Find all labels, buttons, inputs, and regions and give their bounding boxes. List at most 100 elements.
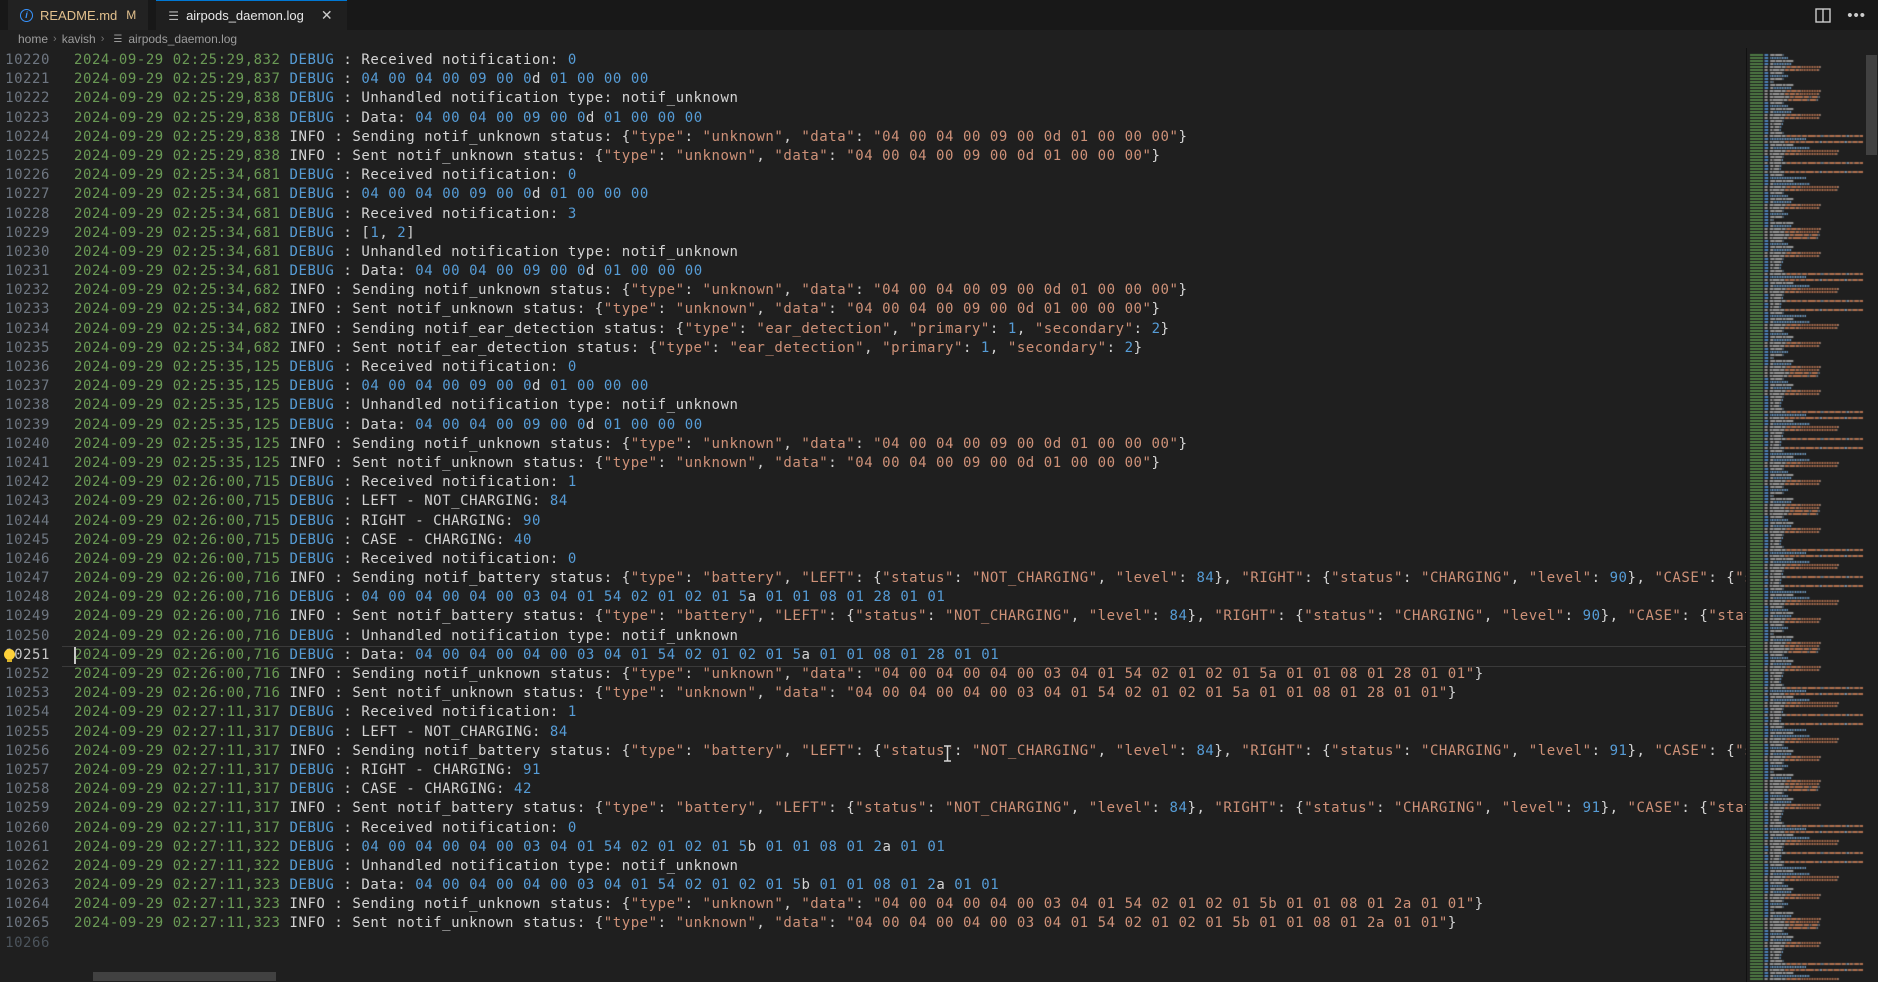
editor-pane[interactable]: 102202024-09-29 02:25:29,832 DEBUG : Rec…: [0, 48, 1746, 982]
log-line[interactable]: 102282024-09-29 02:25:34,681 DEBUG : Rec…: [0, 205, 1746, 224]
log-line[interactable]: 10264 2024-09-29 02:27:11,323 INFO : Send…: [0, 895, 1746, 914]
log-line[interactable]: 102322024-09-29 02:25:34,682 INFO : Send…: [0, 281, 1746, 300]
log-line[interactable]: 102272024-09-29 02:25:34,681 DEBUG : 04 …: [0, 185, 1746, 204]
log-line[interactable]: 102252024-09-29 02:25:29,838 INFO : Sent…: [0, 147, 1746, 166]
vertical-scrollbar[interactable]: [1865, 30, 1878, 982]
tab-airpods-daemon-log[interactable]: ☰ airpods_daemon.log ✕: [156, 0, 346, 30]
log-line[interactable]: 102492024-09-29 02:26:00,716 INFO : Sent…: [0, 607, 1746, 626]
log-file-icon: ☰: [113, 34, 122, 45]
log-line-text: 2024-09-29 02:25:35,125 DEBUG : Unhandle…: [74, 397, 738, 413]
log-line[interactable]: 102582024-09-29 02:27:11,317 DEBUG : CAS…: [0, 780, 1746, 799]
log-line-text: 2024-09-29 02:26:00,716 DEBUG : Unhandle…: [74, 628, 738, 644]
line-number: 10252: [0, 665, 50, 684]
line-number: 10227: [0, 185, 50, 204]
log-line[interactable]: 10236 2024-09-29 02:25:35,125 DEBUG : Rec…: [0, 358, 1746, 377]
line-number: 10236: [0, 358, 50, 377]
log-line[interactable]: 102342024-09-29 02:25:34,682 INFO : Send…: [0, 320, 1746, 339]
log-line[interactable]: 102262024-09-29 02:25:34,681 DEBUG : Rec…: [0, 166, 1746, 185]
log-line-text: 2024-09-29 02:25:34,682 INFO : Sent noti…: [74, 301, 1161, 317]
line-number: 10253: [0, 684, 50, 703]
vertical-scrollbar-thumb[interactable]: [1866, 55, 1877, 155]
log-line[interactable]: 102562024-09-29 02:27:11,317 INFO : Send…: [0, 742, 1746, 761]
log-line[interactable]: 102312024-09-29 02:25:34,681 DEBUG : Dat…: [0, 262, 1746, 281]
log-line[interactable]: 102572024-09-29 02:27:11,317 DEBUG : RIG…: [0, 761, 1746, 780]
log-line[interactable]: 102392024-09-29 02:25:35,125 DEBUG : Dat…: [0, 416, 1746, 435]
line-number: 10257: [0, 761, 50, 780]
log-line[interactable]: 102592024-09-29 02:27:11,317 INFO : Sent…: [0, 799, 1746, 818]
log-line[interactable]: 102442024-09-29 02:26:00,715 DEBUG : RIG…: [0, 512, 1746, 531]
log-line-text: 2024-09-29 02:25:29,837 DEBUG : 04 00 04…: [74, 71, 649, 87]
line-number: 10265: [0, 914, 50, 933]
log-line[interactable]: 102462024-09-29 02:26:00,715 DEBUG : Rec…: [0, 550, 1746, 569]
log-line[interactable]: 102242024-09-29 02:25:29,838 INFO : Send…: [0, 128, 1746, 147]
log-line-text: 2024-09-29 02:25:29,838 DEBUG : Unhandle…: [74, 90, 738, 106]
split-editor-icon[interactable]: [1815, 8, 1831, 23]
breadcrumb-item-file[interactable]: airpods_daemon.log: [128, 32, 237, 46]
horizontal-scrollbar[interactable]: [93, 972, 276, 981]
log-line-text: 2024-09-29 02:26:00,716 INFO : Sending n…: [74, 570, 1746, 586]
log-line[interactable]: 102292024-09-29 02:25:34,681 DEBUG : [1,…: [0, 224, 1746, 243]
breadcrumb-item-kavish[interactable]: kavish: [62, 32, 96, 46]
log-line-text: 2024-09-29 02:25:34,682 INFO : Sending n…: [74, 321, 1170, 337]
log-line[interactable]: 102482024-09-29 02:26:00,716 DEBUG : 04 …: [0, 588, 1746, 607]
log-line-text: 2024-09-29 02:25:34,681 DEBUG : [1, 2]: [74, 225, 415, 241]
log-line[interactable]: 102372024-09-29 02:25:35,125 DEBUG : 04 …: [0, 377, 1746, 396]
log-line-text: 2024-09-29 02:27:11,317 DEBUG : CASE - C…: [74, 781, 532, 797]
line-number: 10240: [0, 435, 50, 454]
log-line[interactable]: 102472024-09-29 02:26:00,716 INFO : Send…: [0, 569, 1746, 588]
editor-actions: •••: [1815, 0, 1866, 30]
log-line-text: 2024-09-29 02:27:11,317 DEBUG : LEFT - N…: [74, 724, 568, 740]
log-line[interactable]: 102602024-09-29 02:27:11,317 DEBUG : Rec…: [0, 819, 1746, 838]
log-line[interactable]: 102212024-09-29 02:25:29,837 DEBUG : 04 …: [0, 70, 1746, 89]
lightbulb-icon[interactable]: [4, 649, 15, 660]
log-line[interactable]: 102622024-09-29 02:27:11,322 DEBUG : Unh…: [0, 857, 1746, 876]
text-caret: [74, 647, 76, 664]
log-line[interactable]: 102232024-09-29 02:25:29,838 DEBUG : Dat…: [0, 109, 1746, 128]
line-number: 10242: [0, 473, 50, 492]
line-number: 10239: [0, 416, 50, 435]
log-line[interactable]: 102632024-09-29 02:27:11,323 DEBUG : Dat…: [0, 876, 1746, 895]
log-line[interactable]: 102302024-09-29 02:25:34,681 DEBUG : Unh…: [0, 243, 1746, 262]
line-number: 10245: [0, 531, 50, 550]
log-line[interactable]: 102402024-09-29 02:25:35,125 INFO : Send…: [0, 435, 1746, 454]
log-line[interactable]: 102352024-09-29 02:25:34,682 INFO : Sent…: [0, 339, 1746, 358]
log-file-icon: ☰: [168, 10, 179, 22]
line-number: 10260: [0, 819, 50, 838]
log-line-text: 2024-09-29 02:26:00,715 DEBUG : LEFT - N…: [74, 493, 568, 509]
log-line[interactable]: 102532024-09-29 02:26:00,716 INFO : Sent…: [0, 684, 1746, 703]
log-line[interactable]: 102512024-09-29 02:26:00,716 DEBUG : Dat…: [0, 646, 1746, 665]
line-number: 10235: [0, 339, 50, 358]
log-line[interactable]: 102432024-09-29 02:26:00,715 DEBUG : LEF…: [0, 492, 1746, 511]
line-number: 10224: [0, 128, 50, 147]
log-line-text: 2024-09-29 02:25:34,681 DEBUG : Received…: [74, 206, 577, 222]
log-line[interactable]: 102332024-09-29 02:25:34,682 INFO : Sent…: [0, 300, 1746, 319]
log-line[interactable]: 102522024-09-29 02:26:00,716 INFO : Send…: [0, 665, 1746, 684]
log-line[interactable]: 102542024-09-29 02:27:11,317 DEBUG : Rec…: [0, 703, 1746, 722]
log-line-text: 2024-09-29 02:27:11,323 INFO : Sending n…: [74, 896, 1484, 912]
log-line[interactable]: 102552024-09-29 02:27:11,317 DEBUG : LEF…: [0, 723, 1746, 742]
line-number: 10231: [0, 262, 50, 281]
breadcrumb-item-home[interactable]: home: [18, 32, 48, 46]
log-line-text: 2024-09-29 02:26:00,715 DEBUG : Received…: [74, 551, 577, 567]
line-number: 10244: [0, 512, 50, 531]
tab-readme[interactable]: i README.md M: [8, 0, 148, 30]
log-line[interactable]: 102202024-09-29 02:25:29,832 DEBUG : Rec…: [0, 51, 1746, 70]
log-line-text: 2024-09-29 02:27:11,317 INFO : Sending n…: [74, 743, 1746, 759]
chevron-right-icon: ›: [51, 33, 59, 45]
log-line[interactable]: 10266: [0, 934, 1746, 953]
log-line-text: 2024-09-29 02:26:00,716 INFO : Sent noti…: [74, 608, 1746, 624]
log-line[interactable]: 102612024-09-29 02:27:11,322 DEBUG : 04 …: [0, 838, 1746, 857]
log-line[interactable]: 102422024-09-29 02:26:00,715 DEBUG : Rec…: [0, 473, 1746, 492]
close-icon[interactable]: ✕: [319, 7, 335, 24]
log-line[interactable]: 102502024-09-29 02:26:00,716 DEBUG : Unh…: [0, 627, 1746, 646]
line-number: 10264: [0, 895, 50, 914]
log-line[interactable]: 102222024-09-29 02:25:29,838 DEBUG : Unh…: [0, 89, 1746, 108]
log-line[interactable]: 102652024-09-29 02:27:11,323 INFO : Sent…: [0, 914, 1746, 933]
log-line[interactable]: 102412024-09-29 02:25:35,125 INFO : Sent…: [0, 454, 1746, 473]
more-actions-icon[interactable]: •••: [1847, 7, 1866, 24]
log-line[interactable]: 102452024-09-29 02:26:00,715 DEBUG : CAS…: [0, 531, 1746, 550]
log-line-text: 2024-09-29 02:25:35,125 DEBUG : Received…: [74, 359, 577, 375]
log-line[interactable]: 102382024-09-29 02:25:35,125 DEBUG : Unh…: [0, 396, 1746, 415]
line-number: 10248: [0, 588, 50, 607]
minimap[interactable]: [1746, 48, 1865, 982]
